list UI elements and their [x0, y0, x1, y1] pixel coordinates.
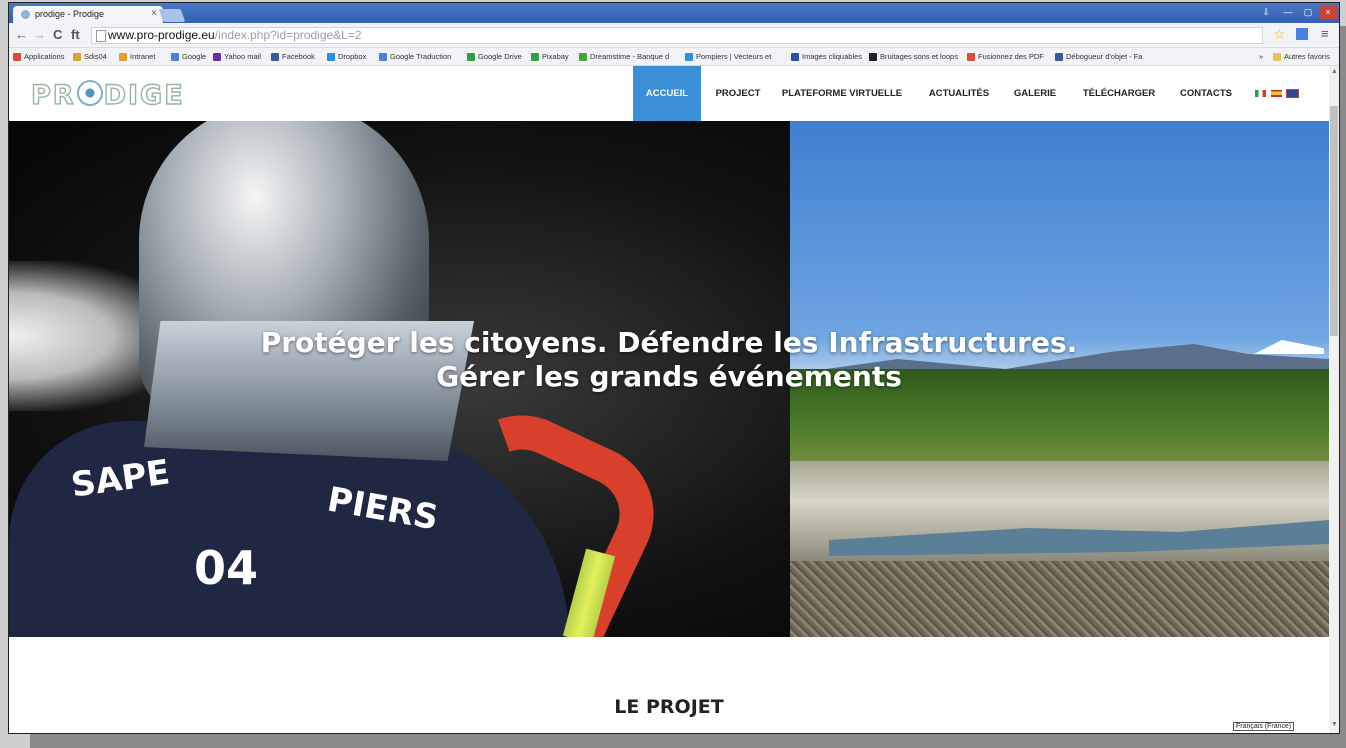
dreamstime-icon — [579, 52, 587, 61]
bookmark-bruitages[interactable]: Bruitages sons et loops — [869, 52, 958, 61]
flag-spain-icon[interactable] — [1271, 90, 1282, 97]
bookmark-dropbox[interactable]: Dropbox — [327, 52, 366, 61]
favicon-icon — [21, 10, 30, 19]
gravel-bank — [790, 561, 1329, 637]
bookmark-debogueur[interactable]: Débogueur d'objet - Fa — [1055, 52, 1142, 61]
tab-close-icon[interactable]: × — [151, 8, 157, 19]
site-header: PR DIGE ACCUEIL PROJECT PLATEFORME VIRTUE… — [9, 66, 1329, 121]
bookmarks-bar: Applications Sdis04 Intranet Google Yaho… — [9, 48, 1339, 66]
nav-plateforme-virtuelle[interactable]: PLATEFORME VIRTUELLE — [775, 66, 909, 121]
nav-telecharger[interactable]: TÉLÉCHARGER — [1073, 66, 1165, 121]
hero-headline-line2: Gérer les grands événements — [436, 360, 902, 393]
nav-accueil[interactable]: ACCUEIL — [633, 66, 701, 121]
browser-window: prodige - Prodige × ⇩ — ▢ × ← → C ft www… — [8, 2, 1340, 734]
bookmark-pompiers[interactable]: Pompiers | Vecteurs et — [685, 52, 771, 61]
facebook-icon — [1055, 52, 1063, 61]
hero-headline: Protéger les citoyens. Défendre les Infr… — [9, 326, 1329, 394]
bookmark-yahoo-mail[interactable]: Yahoo mail — [213, 52, 261, 61]
bookmark-applications[interactable]: Applications — [13, 52, 64, 61]
address-bar: ← → C ft www.pro-prodige.eu/index.php?id… — [9, 23, 1339, 48]
prodige-logo[interactable]: PR DIGE — [30, 79, 185, 111]
bookmark-sdis04[interactable]: Sdis04 — [73, 52, 107, 61]
facebook-icon — [271, 52, 279, 61]
page-scrollbar[interactable]: ▲ ▼ — [1329, 66, 1339, 733]
other-bookmarks-folder[interactable]: Autres favoris — [1273, 52, 1330, 61]
bookmark-google-drive[interactable]: Google Drive — [467, 52, 522, 61]
bookmark-google-traduction[interactable]: Google Traduction — [379, 52, 451, 61]
hero-headline-line1: Protéger les citoyens. Défendre les Infr… — [260, 326, 1078, 359]
chrome-menu-icon[interactable]: ≡ — [1321, 26, 1329, 41]
scroll-down-icon[interactable]: ▼ — [1331, 721, 1338, 728]
bookmark-dreamstime[interactable]: Dreamstime - Banque d — [579, 52, 669, 61]
pixabay-icon — [531, 52, 539, 61]
image-icon — [791, 52, 799, 61]
google-icon — [171, 52, 179, 61]
sound-icon — [869, 52, 877, 61]
folder-icon — [1273, 52, 1281, 61]
shirt-number: 04 — [194, 541, 259, 595]
language-tooltip: Français (France) — [1233, 722, 1295, 731]
bookmark-star-icon[interactable]: ☆ — [1273, 26, 1286, 43]
pdf-icon — [967, 52, 975, 61]
browser-tab[interactable]: prodige - Prodige × — [13, 6, 163, 23]
bookmark-fusionnez-pdf[interactable]: Fusionnez des PDF — [967, 52, 1044, 61]
drive-icon — [467, 52, 475, 61]
back-button[interactable]: ← — [15, 27, 28, 42]
yahoo-icon — [213, 52, 221, 61]
website: PR DIGE ACCUEIL PROJECT PLATEFORME VIRTUE… — [9, 66, 1329, 733]
section-title-le-projet: LE PROJET — [614, 696, 724, 718]
bookmarks-overflow-button[interactable]: » — [1259, 52, 1263, 61]
bookmark-images-cliquables[interactable]: Images cliquables — [791, 52, 862, 61]
nav-galerie[interactable]: GALERIE — [1007, 66, 1063, 121]
apps-icon — [13, 52, 21, 61]
pompiers-icon — [685, 52, 693, 61]
extension-icon[interactable] — [1296, 28, 1308, 40]
close-window-button[interactable]: × — [1319, 5, 1337, 19]
nav-project[interactable]: PROJECT — [709, 66, 767, 121]
scroll-up-icon[interactable]: ▲ — [1331, 68, 1338, 75]
profile-icon[interactable]: ⇩ — [1257, 5, 1275, 19]
dropbox-icon — [327, 52, 335, 61]
nav-actualites[interactable]: ACTUALITÉS — [921, 66, 997, 121]
tab-title: prodige - Prodige — [35, 9, 105, 19]
tab-strip: prodige - Prodige × ⇩ — ▢ × — [9, 3, 1339, 23]
bookmark-facebook[interactable]: Facebook — [271, 52, 315, 61]
nav-contacts[interactable]: CONTACTS — [1173, 66, 1239, 121]
logo-eye-icon — [76, 80, 103, 106]
url-text: www.pro-prodige.eu/index.php?id=prodige&… — [108, 28, 362, 42]
bookmark-icon — [119, 52, 127, 61]
bookmark-icon — [73, 52, 81, 61]
scrollbar-thumb[interactable] — [1330, 106, 1338, 336]
translate-icon — [379, 52, 387, 61]
flag-uk-icon[interactable] — [1286, 89, 1299, 98]
bookmark-intranet[interactable]: Intranet — [119, 52, 155, 61]
url-input[interactable]: www.pro-prodige.eu/index.php?id=prodige&… — [91, 27, 1263, 44]
new-tab-button[interactable] — [158, 9, 186, 22]
maximize-button[interactable]: ▢ — [1299, 5, 1317, 19]
page-icon — [96, 30, 106, 42]
flag-italy-icon[interactable] — [1255, 90, 1266, 97]
bookmark-pixabay[interactable]: Pixabay — [531, 52, 569, 61]
forward-button[interactable]: → — [33, 27, 46, 42]
reload-button[interactable]: C — [53, 27, 62, 42]
minimize-button[interactable]: — — [1279, 5, 1297, 19]
home-button[interactable]: ft — [71, 27, 80, 42]
bookmark-google[interactable]: Google — [171, 52, 206, 61]
hero-banner: SAPE PIERS 04 Protéger les citoyens. Déf… — [9, 121, 1329, 637]
